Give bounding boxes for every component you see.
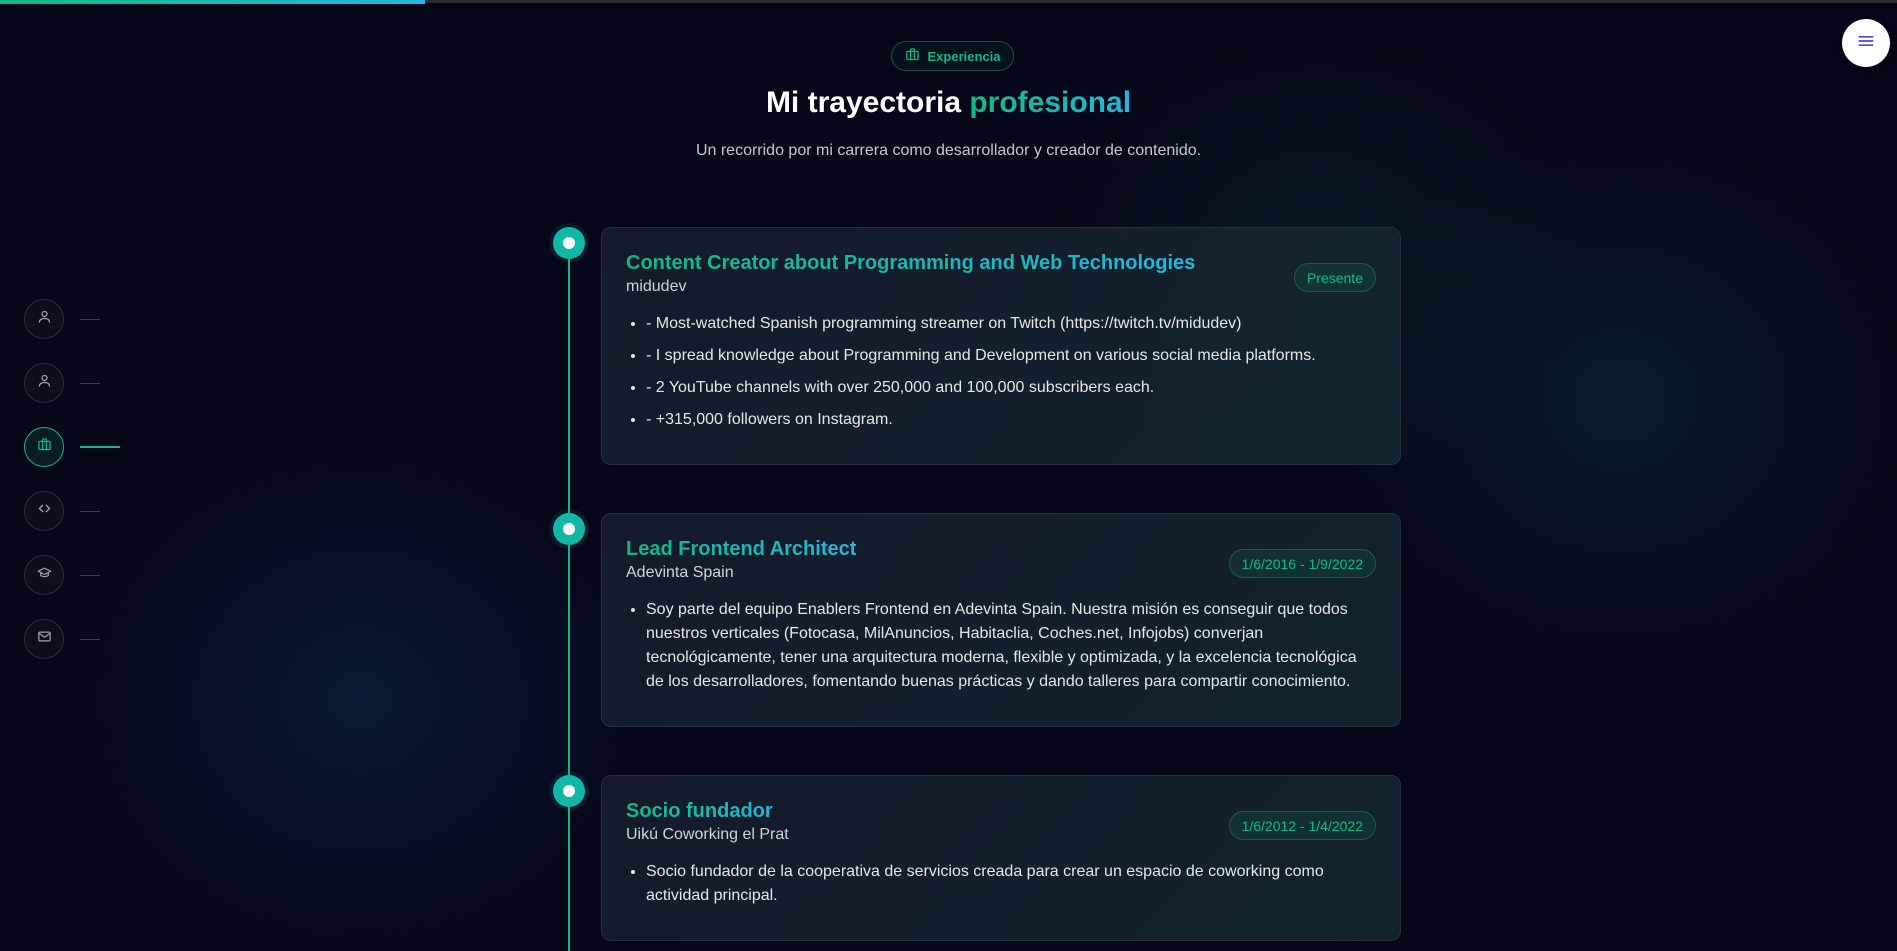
date-badge: 1/6/2012 - 1/4/2022 (1228, 811, 1376, 840)
page: Experiencia Mi trayectoria profesional U… (0, 0, 1897, 951)
timeline-line (568, 243, 570, 951)
experience-card: Content Creator about Programming and We… (601, 227, 1401, 465)
job-description-list: Socio fundador de la cooperativa de serv… (626, 860, 1376, 908)
nav-item-about[interactable] (24, 299, 100, 339)
date-badge: 1/6/2016 - 1/9/2022 (1228, 549, 1376, 578)
company-name: Adevinta Spain (626, 564, 734, 581)
page-title-accent: profesional (969, 86, 1132, 119)
briefcase-icon (37, 437, 52, 457)
page-title: Mi trayectoria profesional (0, 86, 1897, 120)
list-item: Soy parte del equipo Enablers Frontend e… (646, 598, 1376, 694)
timeline-dot (553, 227, 585, 259)
page-title-main: Mi trayectoria (765, 86, 962, 119)
nav-item-contact[interactable] (24, 619, 100, 659)
nav-item-projects[interactable] (24, 491, 100, 531)
nav-item-experience[interactable] (24, 427, 120, 467)
scroll-progress-bar (0, 0, 425, 4)
list-item: - +315,000 followers on Instagram. (646, 408, 1376, 432)
nav-item-profile[interactable] (24, 363, 100, 403)
experience-card: Socio fundador Uikú Coworking el Prat 1/… (601, 775, 1401, 941)
mail-icon (37, 629, 52, 649)
list-item: - 2 YouTube channels with over 250,000 a… (646, 376, 1376, 400)
job-title: Lead Frontend Architect (626, 538, 857, 560)
list-item: Socio fundador de la cooperativa de serv… (646, 860, 1376, 908)
nav-indicator (80, 318, 100, 320)
job-title: Socio fundador (626, 798, 789, 824)
company-name: midudev (626, 278, 687, 295)
nav-indicator (80, 638, 100, 640)
section-badge-label: Experiencia (927, 48, 1001, 64)
nav-indicator (80, 510, 100, 512)
timeline-dot (553, 513, 585, 545)
nav-indicator-active (80, 446, 120, 448)
page-subtitle: Un recorrido por mi carrera como desarro… (695, 142, 1202, 159)
list-item: - I spread knowledge about Programming a… (646, 344, 1376, 368)
user-icon (37, 309, 52, 329)
date-badge: Presente (1293, 263, 1376, 292)
menu-button[interactable] (1842, 19, 1890, 67)
briefcase-icon (905, 47, 920, 65)
job-description-list: Soy parte del equipo Enablers Frontend e… (626, 598, 1376, 694)
nav-indicator (80, 382, 100, 384)
hamburger-icon (1856, 31, 1876, 56)
code-icon (37, 501, 52, 521)
nav-item-education[interactable] (24, 555, 100, 595)
nav-indicator (80, 574, 100, 576)
section-badge: Experiencia (891, 41, 1014, 71)
job-description-list: - Most-watched Spanish programming strea… (626, 312, 1376, 432)
company-name: Uikú Coworking el Prat (626, 826, 789, 843)
graduation-cap-icon (37, 565, 52, 585)
user-icon (37, 373, 52, 393)
job-title: Content Creator about Programming and We… (626, 252, 1196, 274)
list-item: - Most-watched Spanish programming strea… (646, 312, 1376, 336)
timeline-dot (553, 775, 585, 807)
experience-card: Lead Frontend Architect Adevinta Spain 1… (601, 513, 1401, 727)
